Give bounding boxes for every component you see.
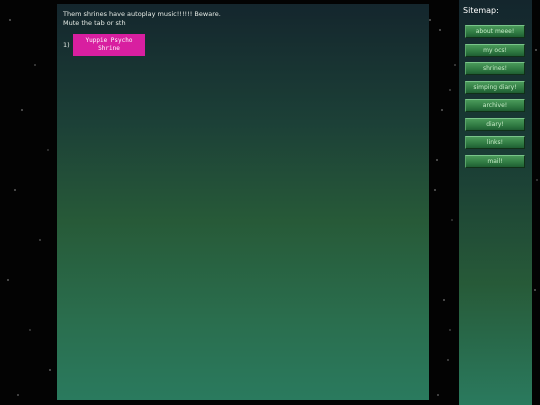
main-content-panel: Them shrines have autoplay music!!!!!! B…: [57, 4, 429, 400]
sitemap-sidebar: Sitemap: about meee! my ocs! shrines! si…: [459, 0, 532, 405]
shrine-list-item: 1) Yuppie Psycho Shrine: [63, 34, 145, 56]
nav-about-me-button[interactable]: about meee!: [465, 25, 525, 38]
yuppie-psycho-shrine-button[interactable]: Yuppie Psycho Shrine: [73, 34, 145, 56]
nav-mail-button[interactable]: mail!: [465, 154, 525, 168]
nav-my-ocs-button[interactable]: my ocs!: [465, 43, 525, 57]
sitemap-title: Sitemap:: [463, 6, 499, 15]
nav-archive-button[interactable]: archive!: [465, 99, 525, 112]
sitemap-nav-list: about meee! my ocs! shrines! simping dia…: [465, 25, 525, 173]
nav-simping-diary-button[interactable]: simping diary!: [465, 80, 525, 94]
nav-shrines-button[interactable]: shrines!: [465, 62, 525, 75]
shrine-index-label: 1): [63, 41, 70, 49]
nav-diary-button[interactable]: diary!: [465, 117, 525, 131]
nav-links-button[interactable]: links!: [465, 136, 525, 149]
autoplay-warning-text: Them shrines have autoplay music!!!!!! B…: [63, 10, 221, 27]
